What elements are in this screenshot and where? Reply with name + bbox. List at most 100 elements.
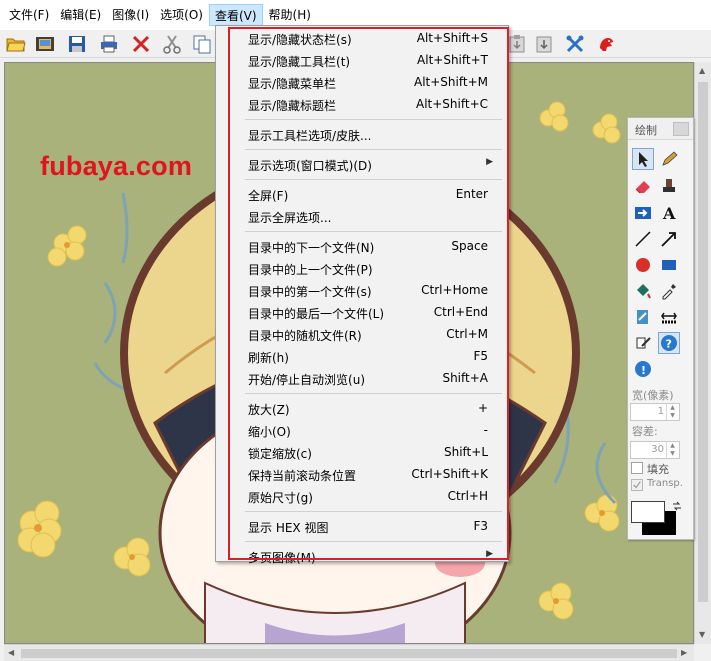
menu-item-label: 放大(Z) (248, 403, 290, 417)
menu-item-shortcut: F3 (473, 519, 488, 533)
select-arrow-icon[interactable] (632, 148, 654, 170)
arrow-line-icon[interactable] (658, 228, 680, 250)
menu-item-shortcut: Alt+Shift+M (414, 75, 488, 89)
view-menu-item[interactable]: 显示/隐藏工具栏(t) Alt+Shift+T (217, 50, 507, 72)
foreground-color-swatch[interactable] (631, 501, 665, 523)
view-menu-item[interactable]: 原始尺寸(g) Ctrl+H (217, 486, 507, 508)
menu-item-label: 锁定缩放(c) (248, 447, 312, 461)
menubar-item[interactable]: 查看(V) (208, 4, 263, 26)
view-menu-item[interactable]: 显示/隐藏菜单栏 Alt+Shift+M (217, 72, 507, 94)
view-menu-item[interactable]: 目录中的上一个文件(P) (217, 258, 507, 280)
menubar-item[interactable]: 编辑(E) (55, 4, 106, 26)
eraser-icon[interactable] (632, 175, 654, 197)
open-folder-icon[interactable] (4, 33, 28, 55)
view-menu-dropdown: 显示/隐藏状态栏(s) Alt+Shift+S 显示/隐藏工具栏(t) Alt+Shi… (215, 25, 509, 565)
menubar-item[interactable]: 文件(F) (4, 4, 54, 26)
tolerance-value: 30 (651, 444, 664, 455)
pencil-icon[interactable] (658, 148, 680, 170)
svg-text:?: ? (666, 338, 672, 351)
view-menu-item[interactable]: 锁定缩放(c) Shift+L (217, 442, 507, 464)
menu-item-shortcut: Alt+Shift+T (417, 53, 488, 67)
view-menu-item[interactable]: 缩小(O) - (217, 420, 507, 442)
draw-brush-icon[interactable] (632, 332, 654, 354)
width-spinner[interactable]: 1 ▲ ▼ (630, 403, 680, 421)
menu-item-label: 显示工具栏选项/皮肤... (248, 129, 372, 143)
copy-icon[interactable] (190, 33, 214, 55)
filmstrip-icon[interactable] (33, 33, 57, 55)
view-menu-item[interactable]: 显示选项(窗口模式)(D) ▶ (217, 154, 507, 176)
menubar-item[interactable]: 帮助(H) (264, 4, 316, 26)
save-icon[interactable] (65, 33, 89, 55)
ellipse-icon[interactable] (632, 254, 654, 276)
view-menu-item[interactable]: 显示工具栏选项/皮肤... (217, 124, 507, 146)
view-menu-item[interactable]: 显示全屏选项... (217, 206, 507, 228)
menu-item-label: 显示/隐藏工具栏(t) (248, 55, 351, 69)
svg-text:A: A (662, 204, 676, 222)
menu-separator (245, 179, 502, 180)
blur-icon[interactable] (632, 306, 654, 328)
vertical-scrollbar[interactable]: ▲ ▼ (694, 62, 711, 644)
horizontal-scroll-thumb[interactable] (21, 649, 677, 658)
view-menu-item[interactable]: 刷新(h) F5 (217, 346, 507, 368)
view-menu-item[interactable]: 目录中的第一个文件(s) Ctrl+Home (217, 280, 507, 302)
arrow-shape-icon[interactable] (632, 202, 654, 224)
cut-icon[interactable] (160, 33, 184, 55)
help-icon[interactable]: ? (658, 332, 680, 354)
menu-item-shortcut: + (477, 401, 488, 415)
delete-icon[interactable] (129, 33, 153, 55)
text-icon[interactable]: A (658, 202, 680, 224)
scroll-right-icon[interactable]: ▶ (681, 648, 687, 657)
spinner-arrows-icon[interactable]: ▲ ▼ (666, 442, 678, 458)
view-menu-item[interactable]: 放大(Z) + (217, 398, 507, 420)
menu-separator (245, 511, 502, 512)
line-icon[interactable] (632, 228, 654, 250)
menu-item-label: 显示/隐藏菜单栏 (248, 77, 337, 91)
menu-item-label: 全屏(F) (248, 189, 289, 203)
view-menu-item[interactable]: 显示/隐藏状态栏(s) Alt+Shift+S (217, 28, 507, 50)
view-menu-item[interactable]: 显示 HEX 视图 F3 (217, 516, 507, 538)
vertical-scroll-thumb[interactable] (698, 82, 708, 602)
fill-label: 填充 (647, 463, 669, 476)
menubar-item[interactable]: 图像(I) (107, 4, 154, 26)
view-menu-item[interactable]: 目录中的随机文件(R) Ctrl+M (217, 324, 507, 346)
menu-item-shortcut: - (483, 423, 488, 437)
menubar-item[interactable]: 选项(O) (155, 4, 208, 26)
tolerance-spinner[interactable]: 30 ▲ ▼ (630, 441, 680, 459)
about-icon[interactable] (594, 33, 618, 55)
menu-item-label: 目录中的第一个文件(s) (248, 285, 372, 299)
menu-item-label: 目录中的上一个文件(P) (248, 263, 373, 277)
menu-item-label: 显示 HEX 视图 (248, 521, 329, 535)
close-icon[interactable] (673, 122, 689, 136)
drawing-palette: 绘制 A ? ! 宽(像素) 1 ▲ ▼ 容差: 30 ▲ ▼ 填充 Trans… (627, 117, 694, 540)
spinner-arrows-icon[interactable]: ▲ ▼ (666, 404, 678, 420)
transparent-checkbox[interactable] (631, 479, 643, 491)
view-menu-item[interactable]: 显示/隐藏标题栏 Alt+Shift+C (217, 94, 507, 116)
info-icon[interactable]: ! (632, 358, 654, 380)
view-menu-item[interactable]: 目录中的最后一个文件(L) Ctrl+End (217, 302, 507, 324)
menu-item-label: 显示/隐藏状态栏(s) (248, 33, 352, 47)
paste-icon[interactable] (532, 33, 556, 55)
resize-icon[interactable] (658, 306, 680, 328)
stamp-icon[interactable] (658, 175, 680, 197)
color-picker-icon[interactable] (658, 280, 680, 302)
view-menu-item[interactable]: 全屏(F) Enter (217, 184, 507, 206)
horizontal-scrollbar[interactable]: ◀ ▶ (4, 644, 694, 661)
palette-title-bar[interactable]: 绘制 (628, 118, 693, 140)
fill-bucket-icon[interactable] (632, 280, 654, 302)
scroll-up-icon[interactable]: ▲ (699, 66, 705, 75)
scroll-left-icon[interactable]: ◀ (8, 648, 14, 657)
fill-checkbox[interactable] (631, 462, 643, 474)
view-menu-item[interactable]: 多页图像(M) ▶ (217, 546, 507, 568)
print-icon[interactable] (97, 33, 121, 55)
view-menu-item[interactable]: 开始/停止自动浏览(u) Shift+A (217, 368, 507, 390)
menu-item-shortcut: Ctrl+Shift+K (411, 467, 488, 481)
submenu-arrow-icon: ▶ (486, 157, 493, 167)
view-menu-item[interactable]: 目录中的下一个文件(N) Space (217, 236, 507, 258)
rectangle-icon[interactable] (658, 254, 680, 276)
menu-item-label: 刷新(h) (248, 351, 289, 365)
scroll-down-icon[interactable]: ▼ (699, 630, 705, 639)
settings-icon[interactable] (563, 33, 587, 55)
view-menu-item[interactable]: 保持当前滚动条位置 Ctrl+Shift+K (217, 464, 507, 486)
check-icon (633, 481, 641, 489)
swap-colors-icon[interactable] (672, 501, 682, 511)
